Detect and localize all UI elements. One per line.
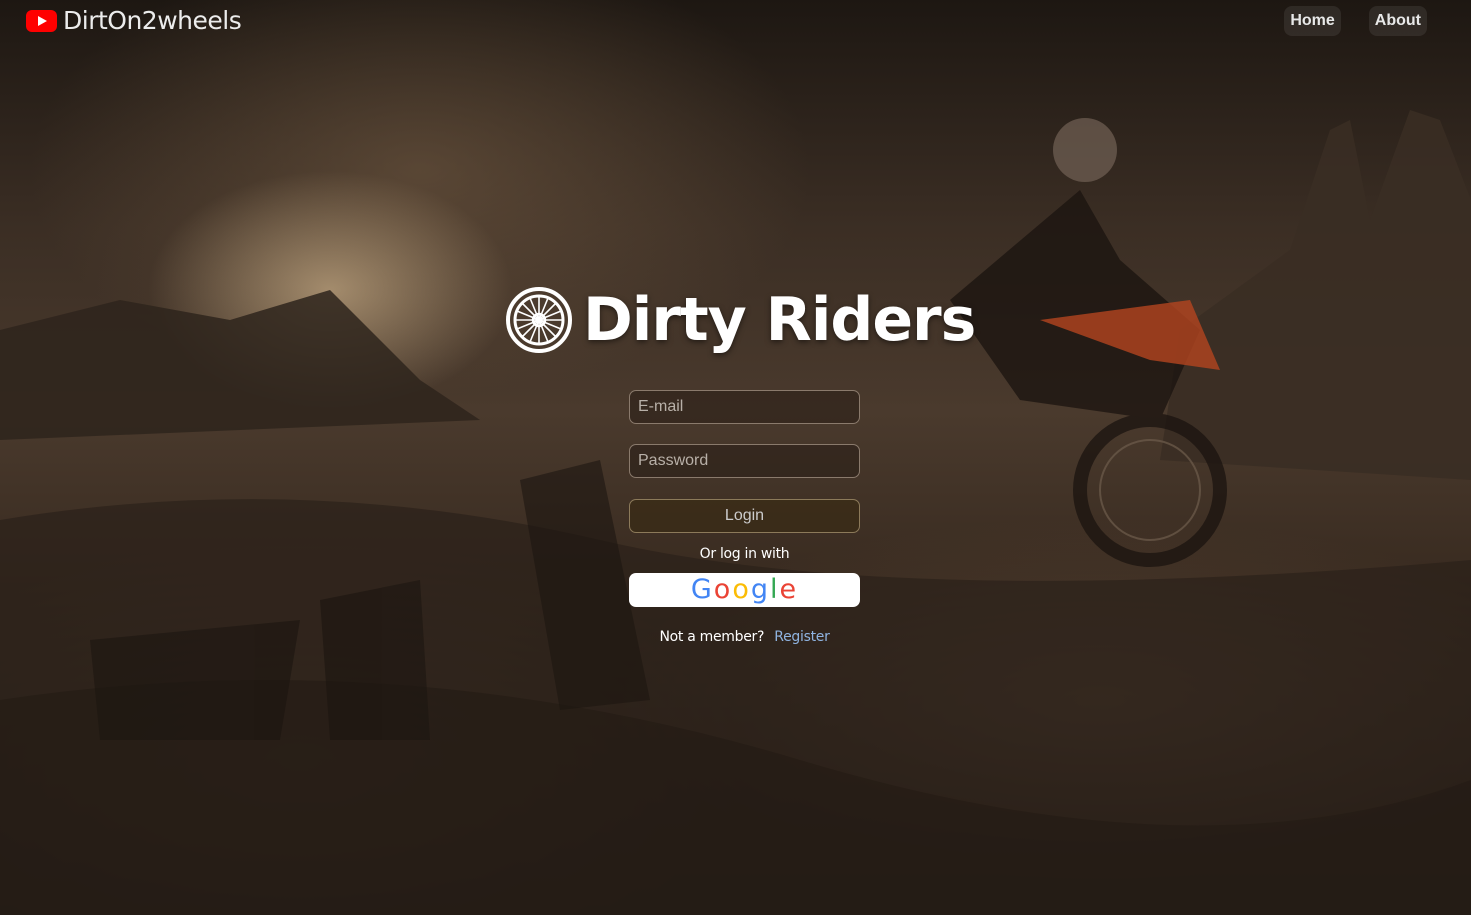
nav-about-link[interactable]: About (1368, 6, 1427, 36)
email-input[interactable] (629, 390, 860, 424)
top-nav: Home About (1284, 6, 1427, 36)
google-letter-e: e (779, 574, 799, 605)
register-link[interactable]: Register (774, 629, 830, 645)
brand-name: DirtOn2wheels (63, 6, 242, 35)
login-button[interactable]: Login (629, 499, 860, 533)
brand-logo[interactable]: DirtOn2wheels (26, 6, 242, 35)
not-member-text: Not a member? (659, 629, 765, 645)
password-input[interactable] (629, 444, 860, 478)
google-letter-g2: g (750, 574, 770, 605)
google-letter-o2: o (732, 574, 751, 605)
google-letter-g: G (690, 574, 714, 605)
google-letter-l: l (770, 574, 780, 605)
youtube-icon (26, 9, 57, 32)
google-login-button[interactable]: Google (629, 573, 860, 607)
hero-title-row: Dirty Riders (505, 285, 976, 355)
or-login-with-text: Or log in with (699, 546, 790, 562)
wheel-icon (506, 287, 572, 353)
page-title: Dirty Riders (583, 285, 976, 355)
register-row: Not a member? Register (629, 629, 860, 645)
login-form: Login Or log in with Google Not a member… (629, 390, 860, 645)
google-letter-o1: o (713, 574, 733, 605)
nav-home-link[interactable]: Home (1284, 6, 1341, 36)
